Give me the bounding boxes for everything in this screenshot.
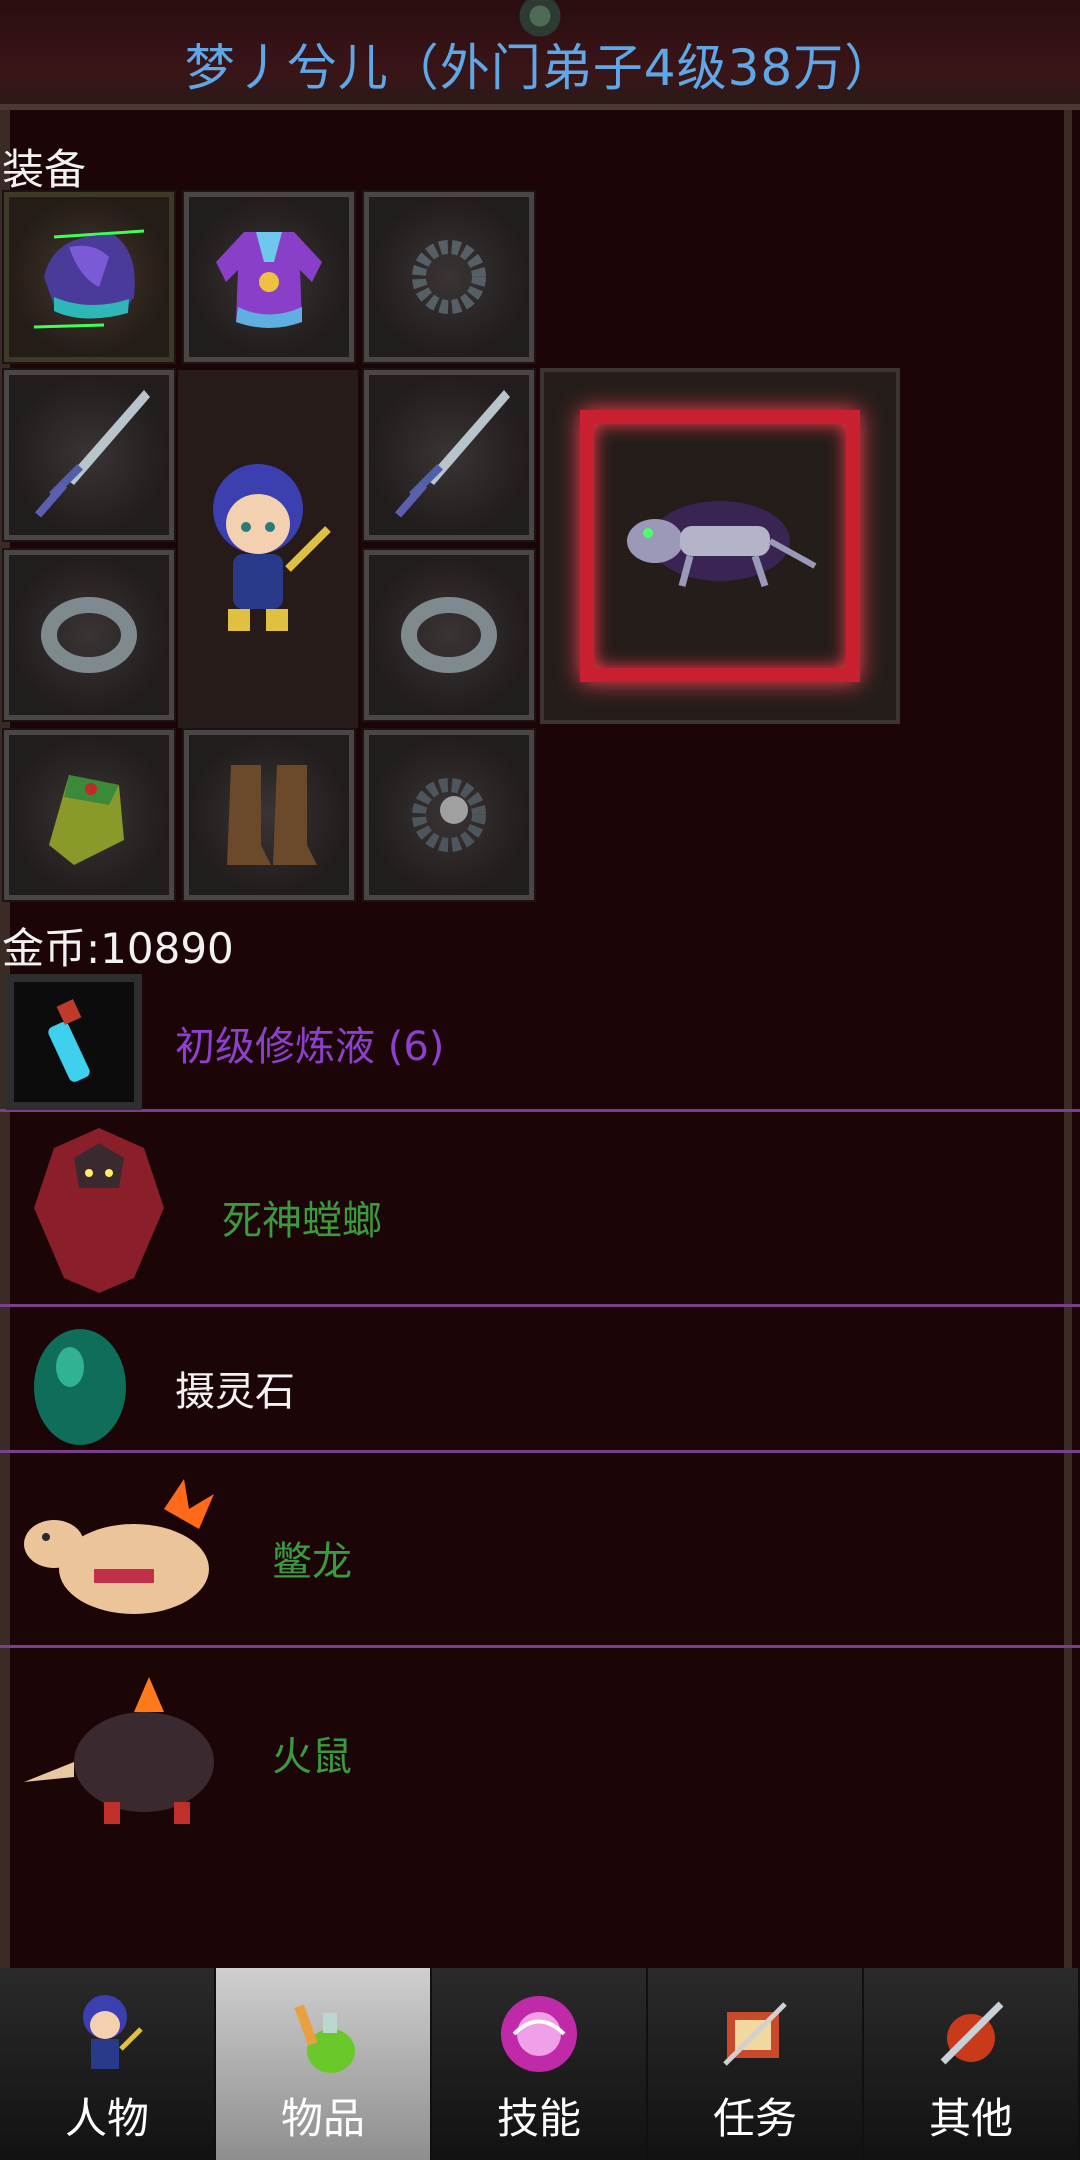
weapon-left-slot[interactable] xyxy=(2,368,176,542)
quest-icon xyxy=(707,1986,803,2082)
ring-icon xyxy=(401,597,497,673)
armor-icon xyxy=(216,232,322,328)
hero-avatar-icon xyxy=(213,464,331,631)
potion-vial-icon xyxy=(48,999,90,1082)
tab-label: 人物 xyxy=(64,2094,149,2143)
helmet-slot[interactable] xyxy=(2,190,176,364)
mantis-icon xyxy=(34,1128,164,1293)
ring-right-slot[interactable] xyxy=(362,548,536,722)
ring-left-slot[interactable] xyxy=(2,548,176,722)
sword-icon xyxy=(394,390,510,518)
bead-slot[interactable] xyxy=(362,728,536,902)
tab-label: 其他 xyxy=(928,2094,1013,2143)
tab-label: 任务 xyxy=(712,2094,797,2143)
list-item[interactable]: 死神螳螂 xyxy=(0,1112,1080,1307)
list-item[interactable]: 摄灵石 xyxy=(0,1307,1080,1453)
weapon-right-slot[interactable] xyxy=(362,368,536,542)
item-name: 火鼠 xyxy=(272,1734,352,1780)
item-icon-box xyxy=(6,974,142,1110)
boots-icon xyxy=(227,765,317,865)
character-icon xyxy=(59,1986,155,2082)
item-name: 鳖龙 xyxy=(272,1539,352,1585)
tab-items[interactable]: 物品 xyxy=(216,1968,432,2160)
pet-slot[interactable] xyxy=(540,368,900,724)
tab-label: 技能 xyxy=(496,2094,581,2143)
ring-icon xyxy=(41,597,137,673)
item-name: 初级修炼液 (6) xyxy=(175,1024,445,1070)
tab-other[interactable]: 其他 xyxy=(864,1968,1080,2160)
pet-frame xyxy=(580,410,860,682)
bead-icon xyxy=(412,778,486,852)
tab-skills[interactable]: 技能 xyxy=(432,1968,648,2160)
other-sword-icon xyxy=(923,1986,1019,2082)
bracer-slot[interactable] xyxy=(2,728,176,902)
fire-lizard-icon xyxy=(24,1479,214,1614)
list-item[interactable]: 初级修炼液 (6) xyxy=(0,966,1080,1112)
title-bar: 梦丿兮儿（外门弟子4级38万） xyxy=(0,0,1080,110)
necklace-icon xyxy=(412,240,486,314)
bracer-icon xyxy=(49,775,124,865)
items-potion-icon xyxy=(275,1986,371,2082)
tab-character[interactable]: 人物 xyxy=(0,1968,216,2160)
sword-icon xyxy=(34,390,150,518)
tab-label: 物品 xyxy=(280,2094,365,2143)
equipment-section-label: 装备 xyxy=(2,145,87,194)
list-item[interactable]: 火鼠 xyxy=(0,1648,1080,1843)
item-name: 死神螳螂 xyxy=(222,1198,382,1244)
helmet-icon xyxy=(33,229,145,329)
page-title: 梦丿兮儿（外门弟子4级38万） xyxy=(184,39,896,97)
spirit-stone-icon xyxy=(34,1329,126,1445)
item-name: 摄灵石 xyxy=(175,1369,295,1415)
list-item[interactable]: 鳖龙 xyxy=(0,1453,1080,1648)
skill-orb-icon xyxy=(491,1986,587,2082)
hero-preview xyxy=(178,370,358,728)
boots-slot[interactable] xyxy=(182,728,356,902)
armor-slot[interactable] xyxy=(182,190,356,364)
bottom-nav: 人物 物品 技能 任务 其他 xyxy=(0,1968,1080,2160)
tab-quests[interactable]: 任务 xyxy=(648,1968,864,2160)
skeleton-lizard-pet-icon xyxy=(627,501,817,588)
necklace-slot[interactable] xyxy=(362,190,536,364)
fire-mouse-icon xyxy=(24,1677,214,1824)
